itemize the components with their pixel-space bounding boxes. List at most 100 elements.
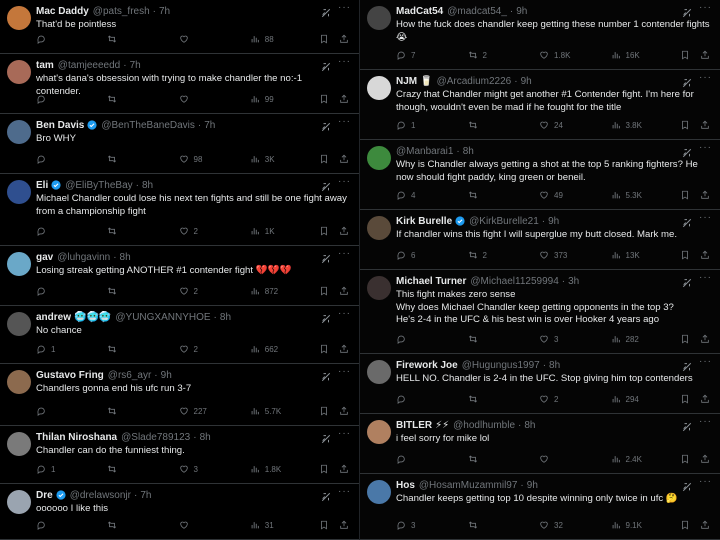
reply-button[interactable]: 7 (396, 50, 468, 60)
grok-icon[interactable] (682, 145, 692, 158)
bookmark-icon[interactable] (319, 226, 329, 236)
retweet-button[interactable] (468, 520, 540, 530)
bookmark-icon[interactable] (680, 50, 690, 60)
share-icon[interactable] (700, 250, 710, 260)
views-button[interactable]: 31 (250, 520, 319, 530)
reply-button[interactable] (396, 394, 468, 404)
grok-icon[interactable] (321, 489, 331, 502)
retweet-button[interactable] (468, 394, 540, 404)
like-button[interactable]: 1.8K (539, 50, 611, 60)
more-options-icon[interactable]: ··· (699, 212, 712, 223)
retweet-button[interactable] (107, 464, 178, 474)
views-button[interactable]: 294 (611, 394, 681, 404)
like-button[interactable]: 2 (179, 226, 250, 236)
reply-tweet[interactable]: Kirk Burelle @KirkBurelle21 · 9h ··· If … (360, 210, 720, 270)
grok-icon[interactable] (682, 215, 692, 228)
reply-button[interactable] (36, 34, 107, 44)
views-button[interactable]: 872 (250, 286, 319, 296)
timestamp[interactable]: 9h (516, 6, 527, 17)
reply-button[interactable] (36, 406, 107, 416)
views-button[interactable]: 9.1K (611, 520, 681, 530)
reply-button[interactable]: 1 (36, 344, 107, 354)
bookmark-icon[interactable] (680, 520, 690, 530)
like-button[interactable]: 24 (539, 120, 611, 130)
reply-button[interactable]: 1 (396, 120, 468, 130)
grok-icon[interactable] (321, 119, 331, 132)
like-button[interactable] (179, 520, 250, 530)
retweet-button[interactable] (107, 34, 178, 44)
reply-tweet[interactable]: Eli @EliByTheBay · 8h ··· Michael Chandl… (0, 174, 359, 246)
bookmark-icon[interactable] (319, 154, 329, 164)
reply-button[interactable]: 3 (396, 520, 468, 530)
avatar[interactable] (367, 276, 391, 300)
grok-icon[interactable] (321, 5, 331, 18)
like-button[interactable]: 49 (539, 190, 611, 200)
grok-icon[interactable] (321, 431, 331, 444)
avatar[interactable] (367, 360, 391, 384)
timestamp[interactable]: 7h (140, 490, 151, 501)
share-icon[interactable] (700, 394, 710, 404)
views-button[interactable]: 5.7K (250, 406, 319, 416)
grok-icon[interactable] (682, 5, 692, 18)
more-options-icon[interactable]: ··· (338, 308, 351, 319)
timestamp[interactable]: 8h (524, 420, 535, 431)
bookmark-icon[interactable] (319, 286, 329, 296)
bookmark-icon[interactable] (319, 520, 329, 530)
avatar[interactable] (367, 420, 391, 444)
share-icon[interactable] (339, 286, 349, 296)
like-button[interactable]: 3 (179, 464, 250, 474)
avatar[interactable] (367, 480, 391, 504)
grok-icon[interactable] (321, 59, 331, 72)
bookmark-icon[interactable] (319, 94, 329, 104)
reply-button[interactable]: 1 (36, 464, 107, 474)
more-options-icon[interactable]: ··· (699, 272, 712, 283)
bookmark-icon[interactable] (319, 464, 329, 474)
share-icon[interactable] (339, 344, 349, 354)
share-icon[interactable] (700, 454, 710, 464)
retweet-button[interactable] (107, 286, 178, 296)
user-handle[interactable]: @Arcadium2226 (437, 76, 512, 87)
timestamp[interactable]: 9h (548, 216, 559, 227)
retweet-button[interactable] (468, 454, 540, 464)
reply-tweet[interactable]: Dre @drelawsonjr · 7h ··· oooooo I like … (0, 484, 359, 540)
reply-tweet[interactable]: MadCat54 @madcat54_ · 9h ··· How the fuc… (360, 0, 720, 70)
display-name[interactable]: Eli (36, 180, 48, 191)
timestamp[interactable]: 8h (142, 180, 153, 191)
avatar[interactable] (367, 216, 391, 240)
reply-button[interactable] (396, 454, 468, 464)
reply-tweet[interactable]: Ben Davis @BenTheBaneDavis · 7h ··· Bro … (0, 114, 359, 174)
timestamp[interactable]: 8h (120, 252, 131, 263)
timestamp[interactable]: 8h (200, 432, 211, 443)
share-icon[interactable] (339, 226, 349, 236)
retweet-button[interactable] (468, 120, 540, 130)
avatar[interactable] (7, 312, 31, 336)
bookmark-icon[interactable] (680, 394, 690, 404)
avatar[interactable] (7, 60, 31, 84)
share-icon[interactable] (700, 334, 710, 344)
display-name[interactable]: Michael Turner (396, 276, 466, 287)
more-options-icon[interactable]: ··· (338, 2, 351, 13)
reply-tweet[interactable]: BITLER ⚡⚡ @hodlhumble · 8h ··· i feel so… (360, 414, 720, 474)
user-handle[interactable]: @tamjeeeedd (58, 60, 120, 71)
views-button[interactable]: 13K (611, 250, 681, 260)
like-button[interactable]: 2 (179, 286, 250, 296)
bookmark-icon[interactable] (680, 190, 690, 200)
avatar[interactable] (7, 120, 31, 144)
avatar[interactable] (7, 180, 31, 204)
reply-button[interactable] (396, 334, 468, 344)
views-button[interactable]: 1.8K (250, 464, 319, 474)
timestamp[interactable]: 8h (463, 146, 474, 157)
display-name[interactable]: andrew (36, 312, 71, 323)
reply-button[interactable] (36, 226, 107, 236)
user-handle[interactable]: @Michael11259994 (470, 276, 558, 287)
bookmark-icon[interactable] (319, 34, 329, 44)
more-options-icon[interactable]: ··· (338, 366, 351, 377)
user-handle[interactable]: @madcat54_ (447, 6, 507, 17)
share-icon[interactable] (339, 34, 349, 44)
display-name[interactable]: Hos (396, 480, 415, 491)
like-button[interactable]: 2 (539, 394, 611, 404)
like-button[interactable] (179, 34, 250, 44)
bookmark-icon[interactable] (319, 344, 329, 354)
like-button[interactable]: 2 (179, 344, 250, 354)
display-name[interactable]: Thilan Niroshana (36, 432, 117, 443)
